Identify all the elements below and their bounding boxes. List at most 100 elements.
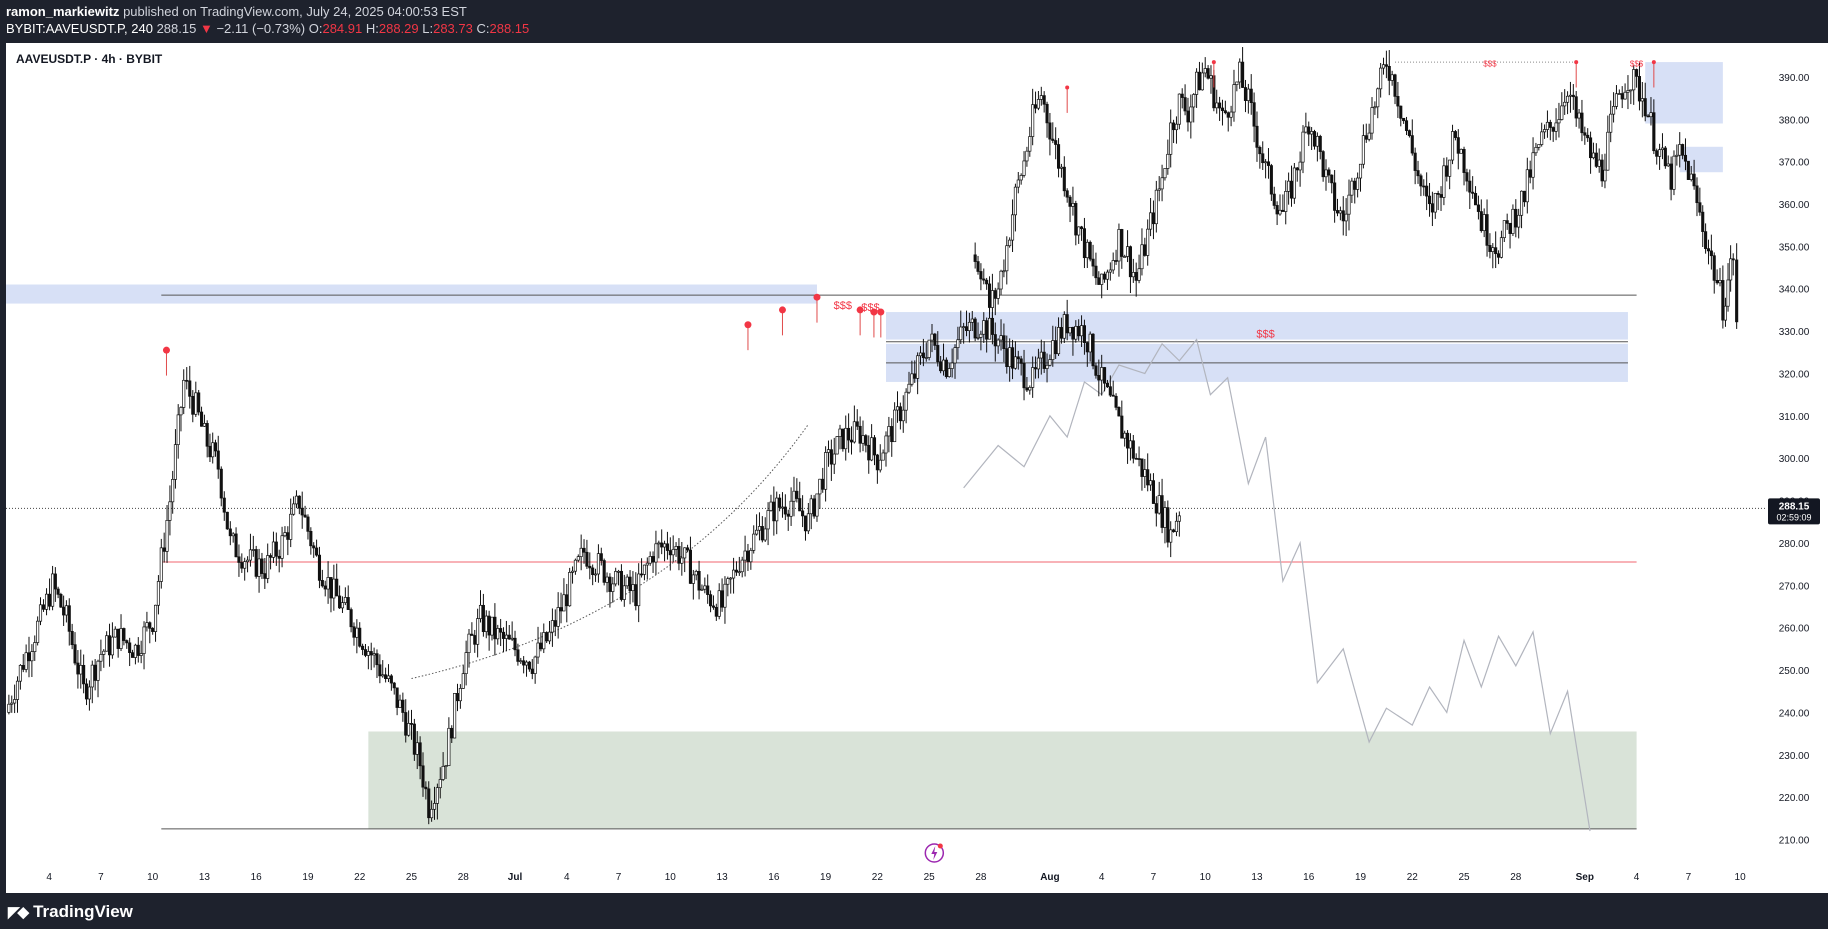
candle-body — [1091, 333, 1095, 367]
candle-body — [516, 649, 520, 662]
candle-body — [1557, 119, 1561, 124]
candle-body — [976, 336, 980, 339]
candle-body — [809, 498, 813, 515]
candle-body — [726, 578, 730, 585]
tradingview-logo[interactable]: ◤◆ TradingView — [8, 902, 133, 922]
chart-area[interactable]: $$$ $$$ $$$ $$$ $$$ 390.00 380.00 370.00 360.00 3… — [6, 43, 1828, 893]
candle-body — [1166, 153, 1170, 169]
candle-body — [596, 553, 600, 575]
candle-body — [1735, 259, 1739, 323]
candle-body — [936, 345, 940, 363]
candle-body — [1255, 125, 1259, 148]
candle-body — [1540, 131, 1544, 145]
candle-body — [182, 379, 186, 408]
candle-body — [1689, 173, 1693, 180]
candle-body — [985, 279, 989, 285]
high-label: H: — [365, 21, 379, 36]
candle-body — [404, 712, 408, 736]
candle-body — [1660, 147, 1665, 151]
x-tick-label-13: 13 — [717, 872, 729, 883]
candle-body — [593, 573, 598, 576]
candle-body — [1583, 132, 1587, 136]
open-value: 284.91 — [322, 21, 363, 36]
candle-body — [849, 439, 854, 443]
candle-body — [1445, 165, 1449, 177]
candle-body — [36, 620, 40, 643]
candle-body — [737, 571, 741, 574]
candle-body — [70, 630, 74, 646]
candle-body — [1169, 529, 1173, 543]
candle-body — [464, 652, 468, 675]
candle-body — [821, 478, 825, 490]
candle-body — [1543, 129, 1547, 133]
candle-body — [1712, 255, 1716, 281]
candle-body — [780, 506, 785, 509]
candle-body — [453, 693, 457, 739]
candle-body — [1580, 112, 1584, 134]
ohlc-line: BYBIT:AAVEUSDT.P, 240 288.15 ▼ −2.11 (−0… — [6, 21, 529, 36]
published-text: published on TradingView.com, July 24, 2… — [123, 4, 467, 19]
candle-body — [1134, 272, 1138, 281]
candle-body — [297, 495, 301, 509]
liquidity-label-0: $$$ — [834, 300, 852, 312]
y-tick-label-18: 210.00 — [1779, 836, 1810, 847]
candle-body — [691, 574, 695, 584]
candle-body — [1002, 270, 1006, 273]
candle-body — [921, 352, 925, 359]
candle-body — [533, 656, 537, 674]
candle-body — [927, 339, 931, 358]
candle-body — [979, 333, 983, 338]
candle-body — [645, 562, 649, 566]
candle-body — [591, 567, 595, 575]
candle-body — [73, 644, 77, 664]
candle-body — [148, 622, 152, 629]
candle-body — [1376, 88, 1380, 108]
candle-body — [1514, 208, 1518, 228]
candle-body — [263, 573, 267, 579]
candle-body — [358, 627, 362, 647]
candle-body — [1131, 272, 1135, 278]
candle-body — [496, 628, 500, 640]
candle-body — [1373, 106, 1377, 109]
candle-body — [1264, 161, 1268, 164]
candle-body — [640, 573, 644, 576]
candle-body — [723, 583, 727, 608]
x-tick-label-6: 22 — [354, 872, 366, 883]
candle-body — [151, 627, 155, 632]
candle-body — [1131, 440, 1135, 459]
candle-body — [1117, 406, 1121, 417]
candle-body — [1488, 245, 1492, 252]
candle-body — [1289, 180, 1294, 199]
candle-body — [499, 628, 503, 633]
candle-body — [458, 688, 462, 702]
candle-body — [993, 290, 997, 299]
candle-body — [139, 653, 143, 656]
candle-body — [476, 618, 480, 645]
candle-body — [15, 680, 20, 700]
candle-body — [642, 564, 646, 575]
candle-body — [1298, 161, 1302, 171]
candle-body — [1301, 131, 1305, 163]
candle-body — [292, 503, 296, 515]
candle-body — [749, 550, 753, 563]
candle-body — [1508, 223, 1512, 234]
x-tick-label-31: 7 — [1686, 872, 1692, 883]
candle-body — [99, 654, 103, 662]
swing-high-marker-9 — [1574, 60, 1579, 65]
candle-body — [539, 642, 543, 650]
candle-body — [576, 556, 580, 561]
candle-body — [1062, 314, 1066, 339]
candle-body — [1698, 202, 1702, 213]
y-tick-label-6: 330.00 — [1779, 327, 1810, 338]
candle-body — [294, 495, 299, 505]
candle-body — [964, 326, 969, 331]
author-name[interactable]: ramon_markiewitz — [6, 4, 119, 19]
low-label: L: — [422, 21, 434, 36]
candle-body — [392, 682, 396, 689]
candle-body — [1022, 363, 1026, 389]
candle-body — [21, 665, 25, 670]
candle-body — [959, 326, 963, 341]
price-chart[interactable]: $$$ $$$ $$$ $$$ $$$ 390.00 380.00 370.00 360.00 3… — [6, 43, 1828, 893]
candle-body — [703, 585, 707, 590]
x-tick-label-9: Jul — [508, 872, 523, 883]
